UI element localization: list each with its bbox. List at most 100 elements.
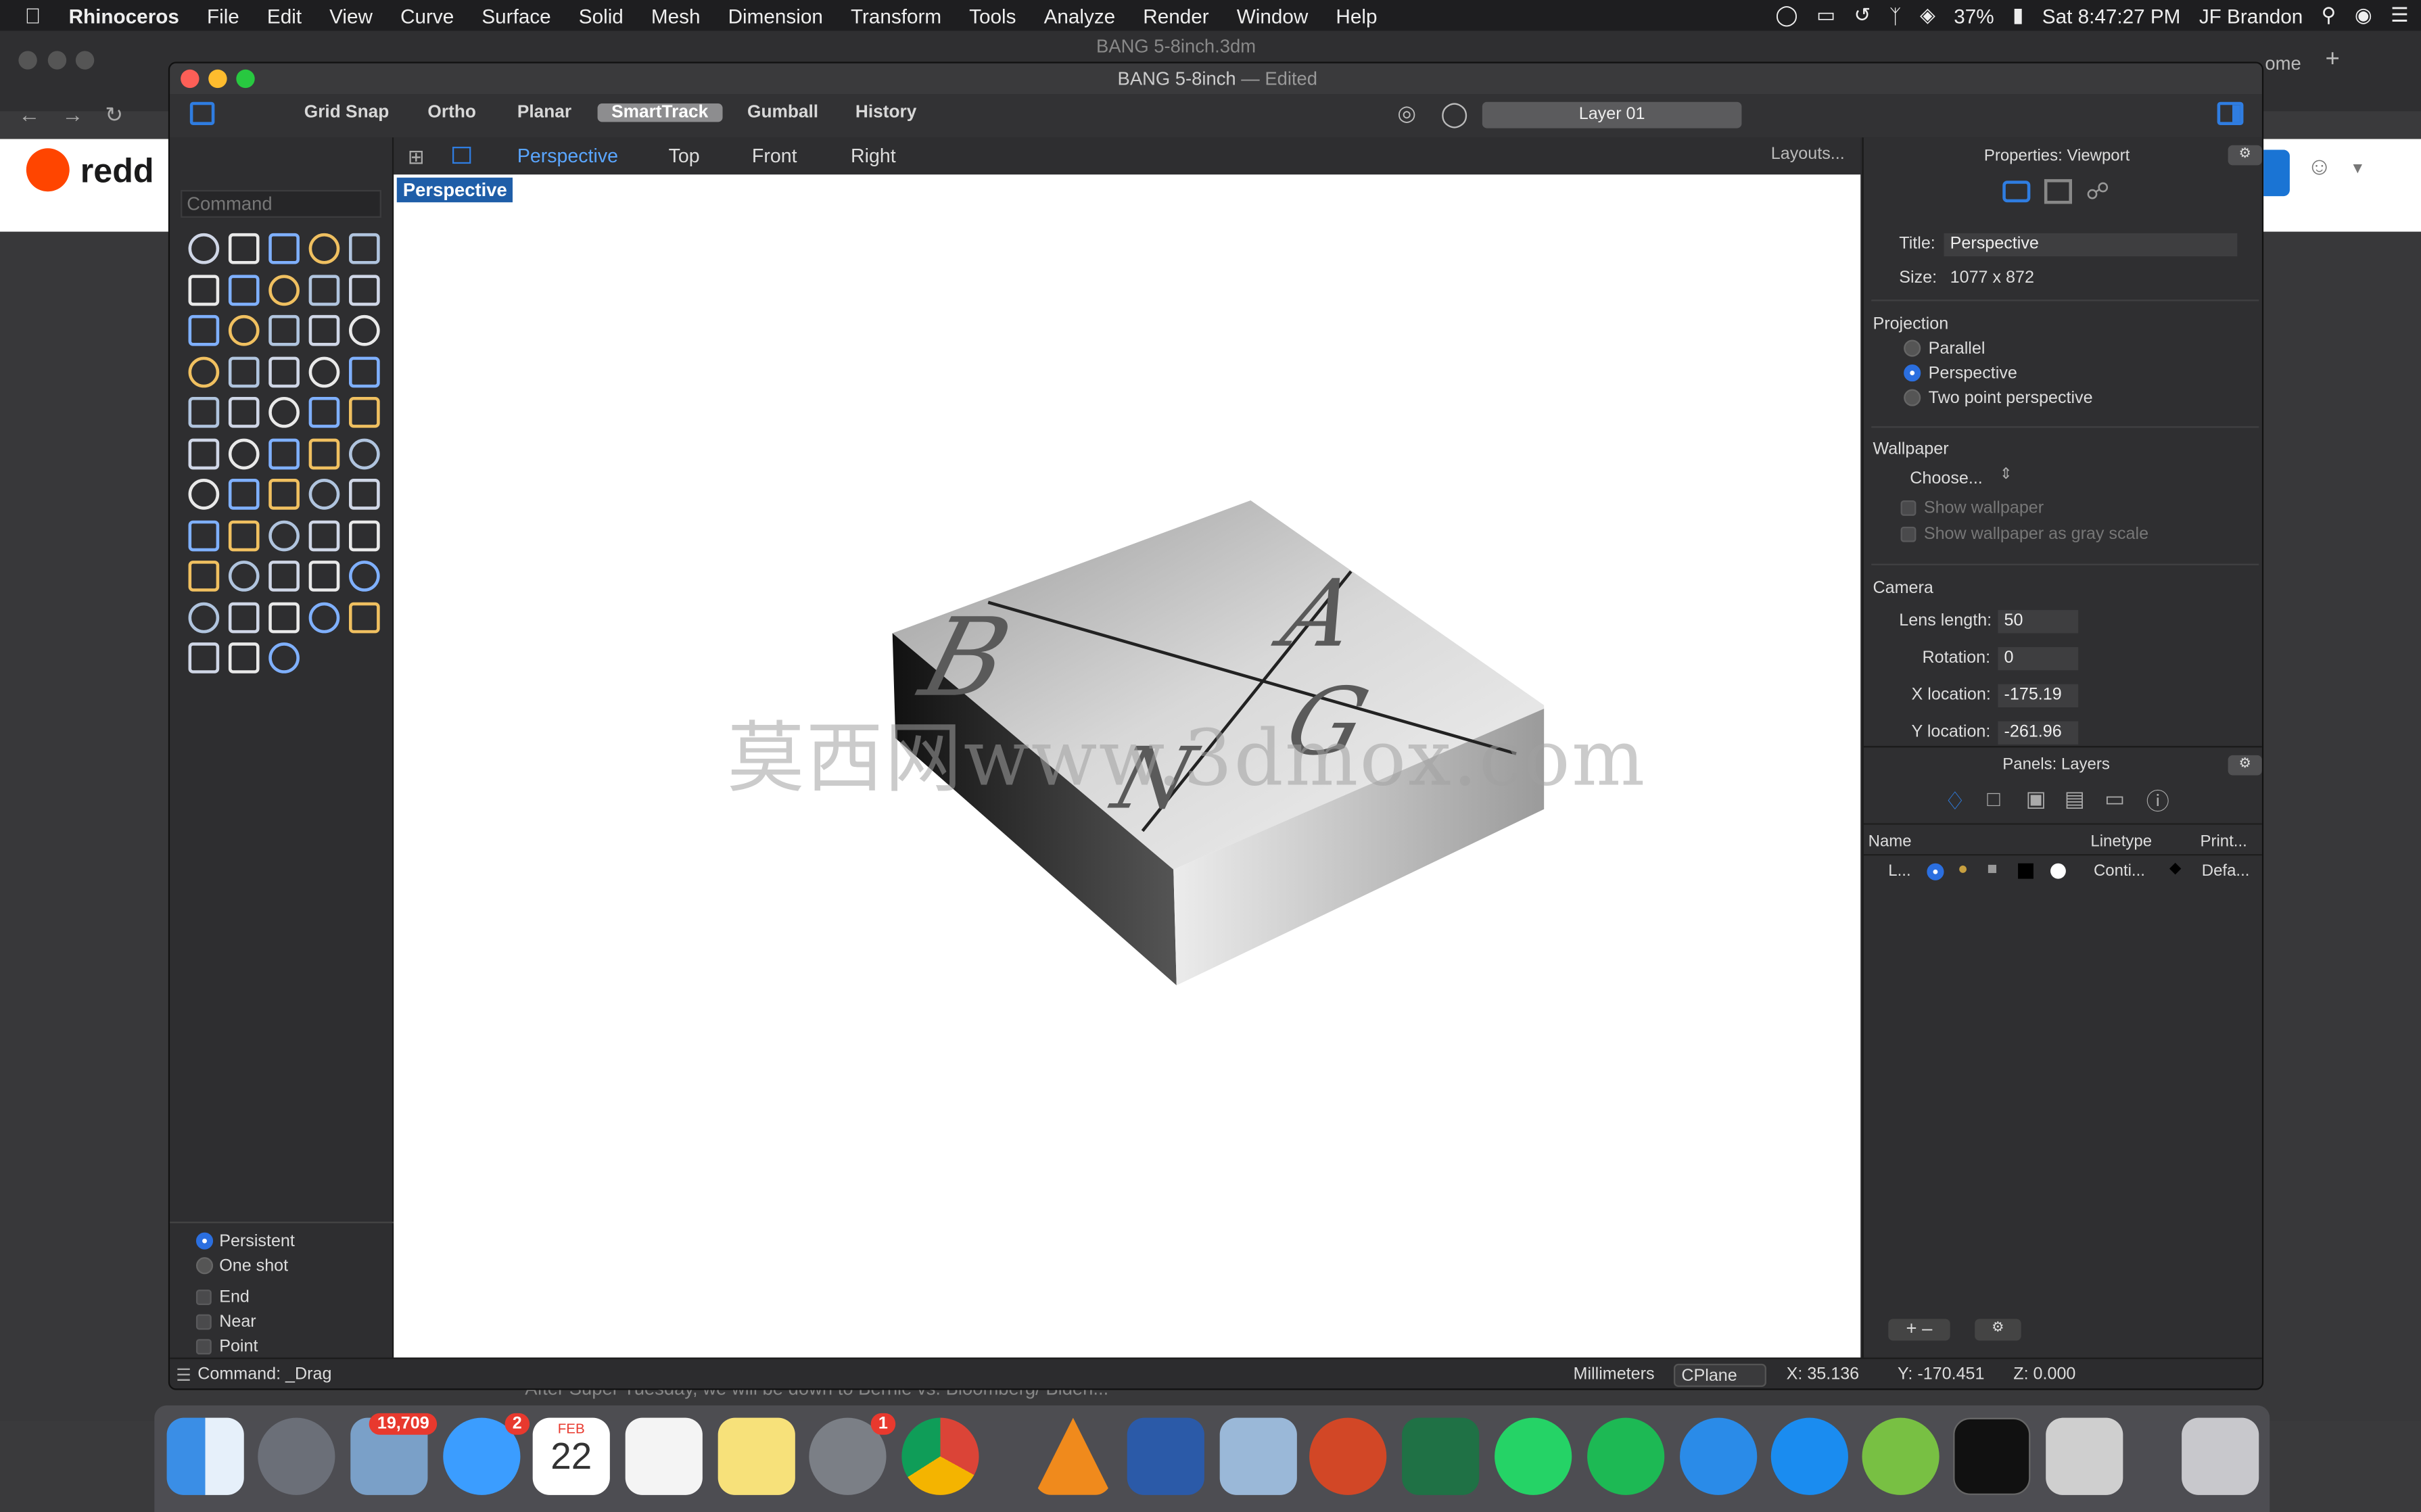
material-icon[interactable] (2050, 863, 2066, 879)
print-color-icon[interactable]: ◆ (2169, 860, 2182, 877)
y-location-field[interactable]: -261.96 (1998, 721, 2079, 745)
tool-icon[interactable] (188, 479, 220, 510)
tool-icon[interactable] (268, 314, 300, 346)
menu-transform[interactable]: Transform (851, 4, 941, 27)
user-menu-icon[interactable]: ☺ (2307, 154, 2332, 182)
tool-icon[interactable] (348, 479, 380, 510)
battery-percent[interactable]: 37% (1954, 4, 1994, 27)
tool-icon[interactable] (308, 314, 340, 346)
menu-solid[interactable]: Solid (579, 4, 624, 27)
perspective-radio[interactable] (1904, 364, 1921, 382)
tool-icon[interactable] (228, 479, 260, 510)
parallel-radio[interactable] (1904, 339, 1921, 357)
tool-icon[interactable] (228, 274, 260, 306)
wordpress-icon[interactable]: ◯ (1775, 3, 1797, 28)
forward-icon[interactable]: → (62, 102, 83, 127)
tool-icon[interactable] (348, 396, 380, 428)
tool-icon[interactable] (268, 356, 300, 387)
layer-selector[interactable]: Layer 01 (1482, 101, 1742, 128)
tool-icon[interactable] (188, 642, 220, 674)
tool-icon[interactable] (308, 438, 340, 469)
smarttrack-toggle[interactable]: SmartTrack (597, 103, 722, 122)
current-layer-radio[interactable] (1927, 863, 1944, 880)
tool-icon[interactable] (268, 274, 300, 306)
tool-icon[interactable] (348, 519, 380, 551)
viewport-title-label[interactable]: Perspective (396, 177, 513, 203)
two-point-radio[interactable] (1904, 389, 1921, 406)
document-icon[interactable]: □ (1987, 786, 2000, 811)
command-input[interactable]: Command (181, 189, 381, 218)
lock-icon[interactable]: ■ (1987, 860, 1997, 878)
vlc-icon[interactable] (1034, 1417, 1112, 1495)
zoom-button[interactable] (236, 69, 255, 89)
user-name[interactable]: JF Brandon (2199, 4, 2303, 27)
tool-icon[interactable] (268, 233, 300, 264)
close-button[interactable] (181, 69, 199, 89)
tool-icon[interactable] (228, 561, 260, 592)
airplay-icon[interactable]: ▭ (1816, 3, 1835, 28)
end-snap-checkbox[interactable] (195, 1290, 212, 1305)
launchpad-icon[interactable] (258, 1417, 335, 1495)
gumball-toggle[interactable]: Gumball (747, 103, 818, 122)
viewport-title-field[interactable]: Perspective (1944, 233, 2238, 257)
menu-app-name[interactable]: Rhinoceros (69, 4, 179, 27)
x-location-field[interactable]: -175.19 (1998, 684, 2079, 708)
back-icon[interactable]: ← (18, 102, 40, 127)
layers-icon[interactable]: ♢ (1944, 786, 1967, 818)
notes-icon[interactable]: ▤ (2065, 786, 2085, 813)
rhino-icon[interactable] (2046, 1417, 2123, 1495)
units-label[interactable]: Millimeters (1574, 1365, 1655, 1384)
lens-length-field[interactable]: 50 (1998, 610, 2079, 634)
time-machine-icon[interactable]: ↺ (1854, 3, 1871, 28)
reload-icon[interactable]: ↻ (105, 102, 123, 128)
tool-icon[interactable] (188, 396, 220, 428)
display-icon[interactable]: ▭ (2105, 786, 2125, 813)
persistent-radio[interactable] (195, 1232, 214, 1250)
user-menu-chevron-icon[interactable]: ▼ (2350, 161, 2366, 178)
apple-icon[interactable]:  (25, 3, 41, 28)
tool-icon[interactable] (308, 396, 340, 428)
four-view-icon[interactable]: ⊞ (408, 145, 425, 170)
planar-toggle[interactable]: Planar (517, 103, 571, 122)
wifi-icon[interactable]: ◈ (1920, 3, 1935, 28)
ortho-toggle[interactable]: Ortho (427, 103, 475, 122)
calendar-icon[interactable]: FEB 22 (532, 1417, 610, 1495)
layer-row-linetype[interactable]: Conti... (2094, 861, 2145, 880)
battery-icon[interactable]: ▮ (2013, 3, 2023, 28)
tool-icon[interactable] (308, 356, 340, 387)
single-view-icon[interactable] (452, 146, 471, 164)
tool-icon[interactable] (188, 561, 220, 592)
point-snap-checkbox[interactable] (195, 1339, 212, 1355)
finder-icon[interactable] (166, 1417, 244, 1495)
bg-zoom-button[interactable] (75, 51, 95, 70)
tool-icon[interactable] (348, 601, 380, 633)
tool-icon[interactable] (308, 519, 340, 551)
tool-icon[interactable] (268, 479, 300, 510)
tab-right[interactable]: Right (851, 145, 896, 167)
help-icon[interactable]: ⓘ (2146, 784, 2169, 817)
menu-help[interactable]: Help (1336, 4, 1377, 27)
messages-icon[interactable]: 2 (443, 1413, 530, 1495)
tool-icon[interactable] (308, 601, 340, 633)
notes-app-icon[interactable] (718, 1417, 795, 1495)
terminal-icon[interactable] (1953, 1417, 2031, 1495)
add-layer-button[interactable]: + – (1888, 1319, 1950, 1341)
spotlight-icon[interactable]: ⚲ (2322, 3, 2336, 28)
tool-icon[interactable] (228, 438, 260, 469)
utorrent-icon[interactable] (1862, 1417, 1940, 1495)
reddit-wordmark[interactable]: redd (80, 151, 154, 191)
tool-icon[interactable] (308, 561, 340, 592)
layers-gear-icon[interactable]: ⚙ (2228, 755, 2262, 776)
tool-icon[interactable] (188, 519, 220, 551)
tool-icon[interactable] (188, 233, 220, 264)
chrome-icon[interactable] (901, 1417, 979, 1495)
tool-icon[interactable] (188, 274, 220, 306)
properties-gear-icon[interactable]: ⚙ (2228, 145, 2262, 166)
trash-icon[interactable] (2182, 1417, 2259, 1495)
tool-icon[interactable] (188, 356, 220, 387)
bg-minimize-button[interactable] (47, 51, 67, 70)
word-icon[interactable] (1127, 1417, 1204, 1495)
preview-icon[interactable] (1219, 1417, 1297, 1495)
tool-icon[interactable] (268, 438, 300, 469)
viewport-display-icon[interactable] (2044, 179, 2073, 204)
